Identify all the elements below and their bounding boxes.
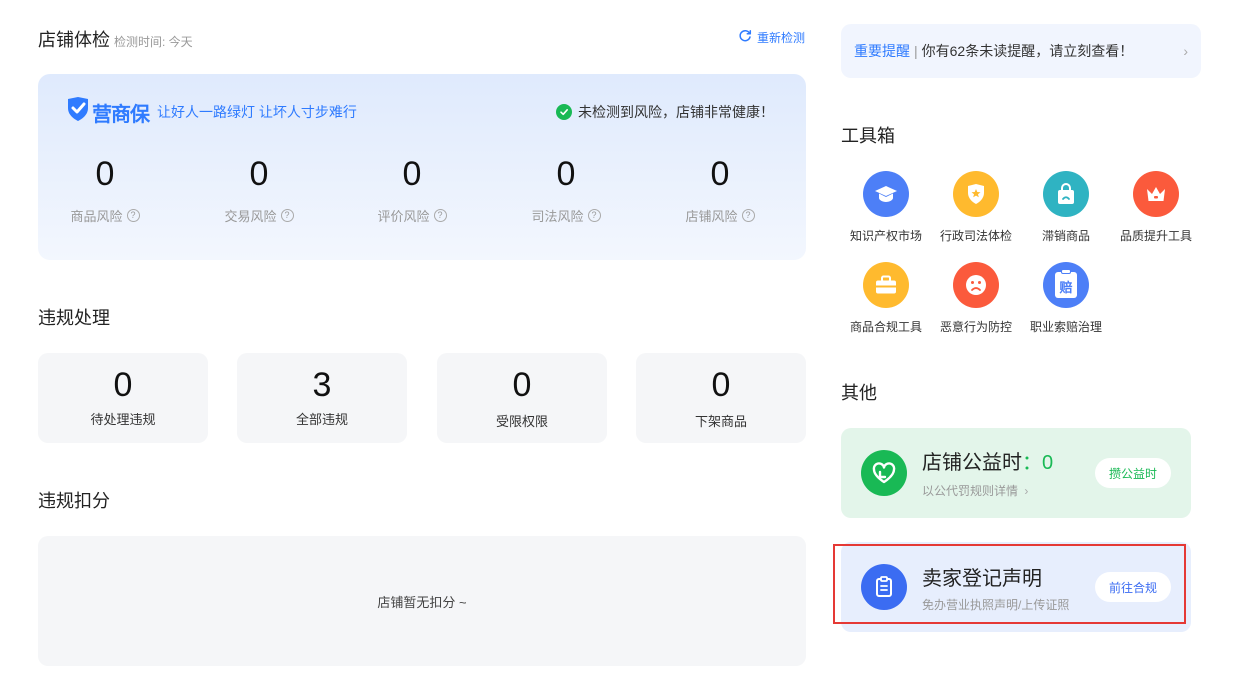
risk-value: 0 bbox=[710, 155, 730, 193]
welfare-rules-link[interactable]: 以公代罚规则详情 › bbox=[922, 482, 1028, 499]
brand-logo: 营商保 bbox=[66, 96, 150, 128]
risk-goods[interactable]: 0 商品风险? bbox=[50, 154, 160, 225]
all-violations-card[interactable]: 3 全部违规 bbox=[237, 353, 407, 443]
briefcase-icon bbox=[863, 262, 909, 308]
chevron-right-icon: › bbox=[1183, 43, 1188, 59]
tool-claim-governance[interactable]: 赔 职业索赔治理 bbox=[1021, 262, 1111, 335]
recheck-label: 重新检测 bbox=[757, 31, 806, 45]
welfare-hands-icon bbox=[861, 450, 907, 496]
risk-review[interactable]: 0 评价风险? bbox=[357, 154, 467, 225]
tool-label: 商品合规工具 bbox=[849, 320, 922, 334]
highlight-box bbox=[833, 544, 1186, 624]
risk-value: 0 bbox=[95, 155, 115, 193]
notice-tag: 重要提醒 bbox=[854, 43, 910, 59]
risk-label: 交易风险 bbox=[224, 209, 277, 224]
health-header: 店铺体检 检测时间: 今天 bbox=[38, 26, 193, 52]
tool-quality-improve[interactable]: 品质提升工具 bbox=[1111, 171, 1201, 244]
violation-label: 下架商品 bbox=[694, 414, 747, 429]
health-card: 营商保 让好人一路绿灯 让坏人寸步难行 未检测到风险，店铺非常健康！ 0 商品风… bbox=[38, 74, 806, 260]
restricted-permissions-card[interactable]: 0 受限权限 bbox=[437, 353, 607, 443]
tool-ip-market[interactable]: 知识产权市场 bbox=[841, 171, 931, 244]
tool-label: 恶意行为防控 bbox=[939, 320, 1012, 334]
notice-separator: | bbox=[914, 43, 918, 59]
tool-admin-judicial-check[interactable]: 行政司法体检 bbox=[931, 171, 1021, 244]
violation-label: 待处理违规 bbox=[90, 412, 156, 427]
risk-trade[interactable]: 0 交易风险? bbox=[204, 154, 314, 225]
recheck-button[interactable]: 重新检测 bbox=[738, 29, 805, 46]
health-status-text: 未检测到风险，店铺非常健康！ bbox=[578, 104, 774, 120]
violation-count: 0 bbox=[512, 366, 532, 404]
violation-count: 0 bbox=[711, 366, 731, 404]
tool-malicious-behavior[interactable]: 恶意行为防控 bbox=[931, 262, 1021, 335]
empty-text: 店铺暂无扣分 ~ bbox=[377, 594, 467, 610]
welfare-colon: ： bbox=[1022, 452, 1042, 474]
graduation-cap-icon bbox=[863, 171, 909, 217]
violation-label: 全部违规 bbox=[295, 412, 348, 427]
help-icon[interactable]: ? bbox=[587, 209, 601, 222]
brand-name: 营商保 bbox=[92, 103, 150, 126]
important-notice-banner[interactable]: 重要提醒 | 你有62条未读提醒，请立刻查看！ › bbox=[841, 24, 1201, 78]
compensation-icon: 赔 bbox=[1043, 262, 1089, 308]
welfare-title: 店铺公益时：0 bbox=[922, 446, 1053, 475]
welfare-hours-value: 0 bbox=[1042, 452, 1054, 474]
pending-violations-card[interactable]: 0 待处理违规 bbox=[38, 353, 208, 443]
toolbox-title: 工具箱 bbox=[841, 126, 895, 146]
health-title: 店铺体检 bbox=[38, 30, 110, 50]
welfare-title-text: 店铺公益时 bbox=[922, 452, 1022, 474]
check-circle-icon bbox=[556, 104, 572, 120]
risk-label: 司法风险 bbox=[531, 209, 584, 224]
check-time: 检测时间: 今天 bbox=[114, 35, 193, 49]
tool-label: 品质提升工具 bbox=[1119, 229, 1192, 243]
tool-goods-compliance[interactable]: 商品合规工具 bbox=[841, 262, 931, 335]
risk-label: 店铺风险 bbox=[685, 209, 738, 224]
compensation-glyph: 赔 bbox=[1059, 280, 1073, 295]
violation-label: 受限权限 bbox=[495, 414, 548, 429]
welfare-rules-text: 以公代罚规则详情 bbox=[922, 484, 1019, 498]
help-icon[interactable]: ? bbox=[433, 209, 447, 222]
health-status: 未检测到风险，店铺非常健康！ bbox=[556, 102, 774, 122]
tool-label: 知识产权市场 bbox=[849, 229, 922, 243]
others-title: 其他 bbox=[841, 383, 877, 403]
sad-face-icon bbox=[953, 262, 999, 308]
public-welfare-card[interactable]: 店铺公益时：0 以公代罚规则详情 › 攒公益时 bbox=[841, 428, 1191, 518]
shield-check-icon bbox=[66, 96, 90, 128]
help-icon[interactable]: ? bbox=[280, 209, 294, 222]
brand: 营商保 让好人一路绿灯 让坏人寸步难行 bbox=[66, 96, 357, 128]
tool-label: 职业索赔治理 bbox=[1029, 320, 1102, 334]
violations-title: 违规处理 bbox=[38, 308, 110, 328]
crown-icon bbox=[1133, 171, 1179, 217]
risk-shop[interactable]: 0 店铺风险? bbox=[665, 154, 775, 225]
help-icon[interactable]: ? bbox=[126, 209, 140, 222]
violation-count: 0 bbox=[113, 366, 133, 404]
risk-value: 0 bbox=[249, 155, 269, 193]
chevron-right-icon: › bbox=[1024, 484, 1029, 498]
shield-star-icon bbox=[953, 171, 999, 217]
risk-label: 评价风险 bbox=[377, 209, 430, 224]
violation-count: 3 bbox=[312, 366, 332, 404]
risk-label: 商品风险 bbox=[70, 209, 123, 224]
brand-slogan: 让好人一路绿灯 让坏人寸步难行 bbox=[157, 104, 357, 120]
deduction-empty-state: 店铺暂无扣分 ~ bbox=[38, 536, 806, 666]
deduction-title: 违规扣分 bbox=[38, 491, 110, 511]
earn-welfare-button[interactable]: 攒公益时 bbox=[1094, 458, 1171, 488]
tool-label: 行政司法体检 bbox=[939, 229, 1012, 243]
risk-value: 0 bbox=[402, 155, 422, 193]
risk-judicial[interactable]: 0 司法风险? bbox=[511, 154, 621, 225]
shopping-bag-icon bbox=[1043, 171, 1089, 217]
help-icon[interactable]: ? bbox=[741, 209, 755, 222]
tool-label: 滞销商品 bbox=[1041, 229, 1090, 243]
tool-unsold-goods[interactable]: 滞销商品 bbox=[1021, 171, 1111, 244]
delisted-goods-card[interactable]: 0 下架商品 bbox=[636, 353, 806, 443]
risk-value: 0 bbox=[556, 155, 576, 193]
refresh-icon bbox=[738, 29, 752, 46]
notice-text: 你有62条未读提醒，请立刻查看！ bbox=[921, 43, 1134, 59]
